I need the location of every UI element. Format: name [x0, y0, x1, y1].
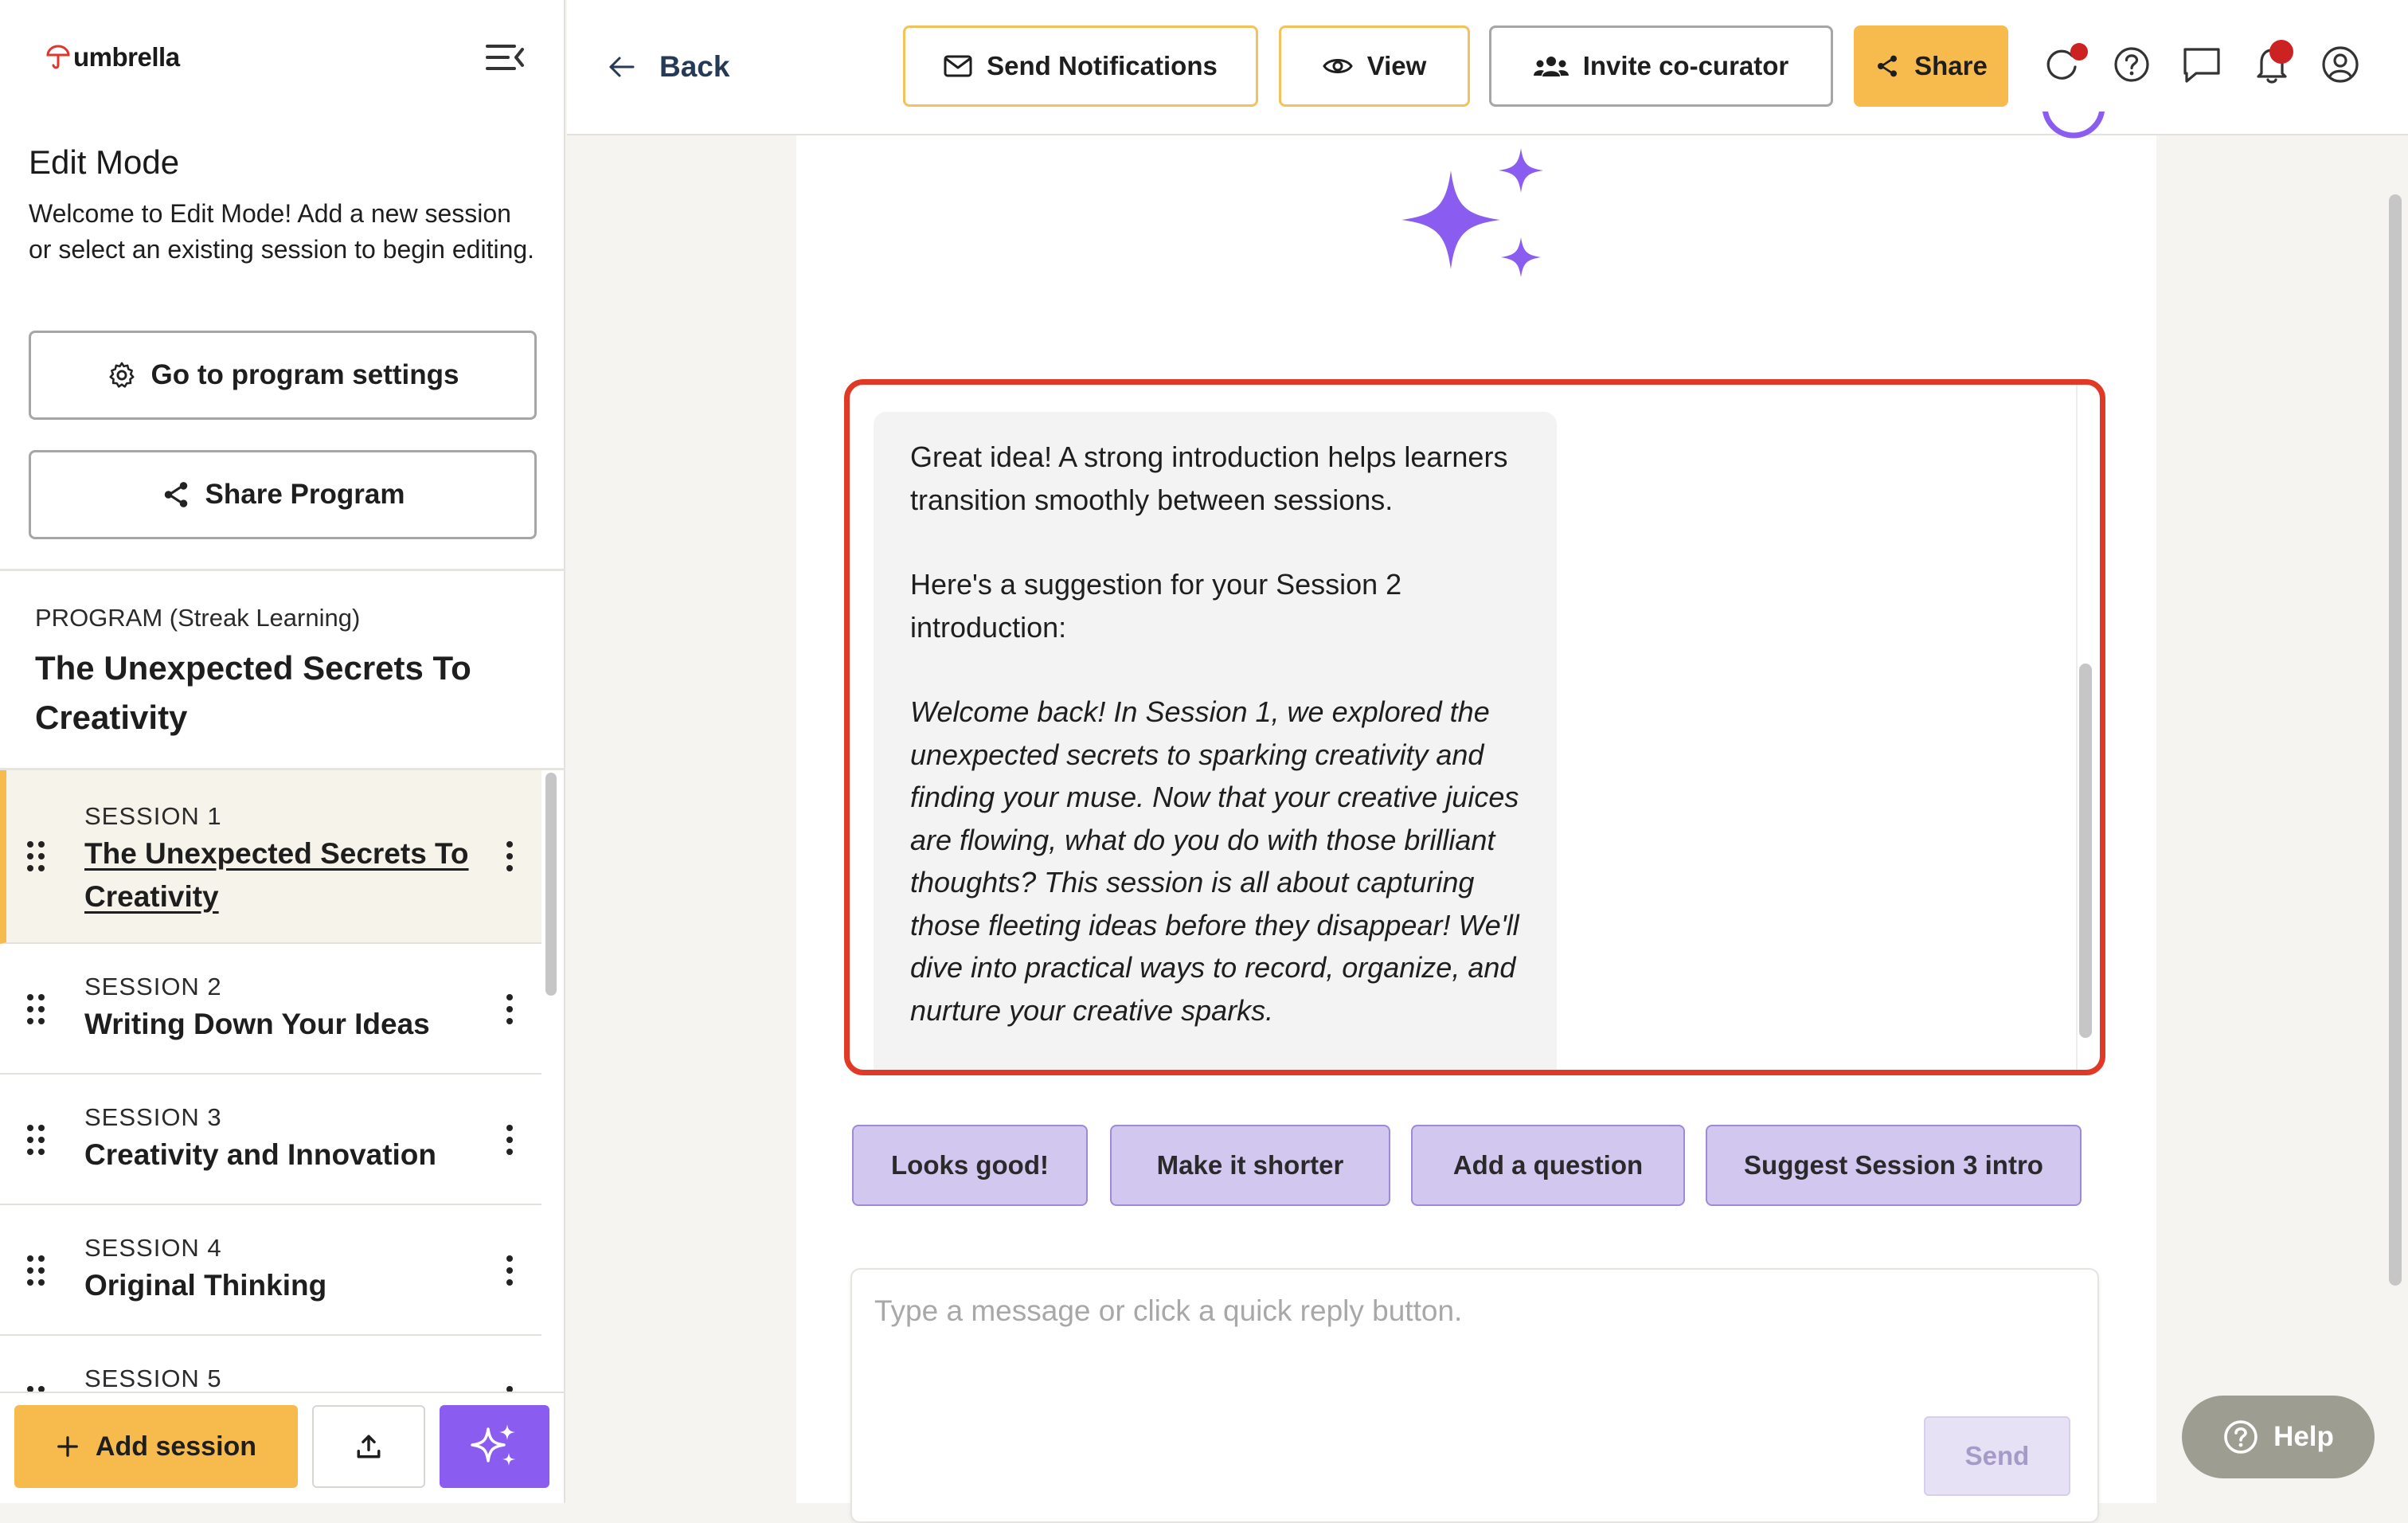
- assistant-avatar: [2042, 112, 2105, 139]
- ai-sparkles-icon: [1401, 148, 1543, 277]
- drag-handle-icon[interactable]: [25, 993, 46, 1025]
- envelope-icon: [944, 55, 972, 77]
- session-label: SESSION 4: [84, 1234, 222, 1262]
- arrow-left-icon: [609, 57, 635, 77]
- upload-icon: [357, 1435, 381, 1458]
- assistant-message-bubble: Great idea! A strong introduction helps …: [874, 412, 1557, 1070]
- notification-badge: [2269, 40, 2293, 64]
- drag-handle-icon[interactable]: [25, 1255, 46, 1286]
- message-paragraph: Here's a suggestion for your Session 2 i…: [910, 568, 1402, 644]
- collapse-sidebar-icon[interactable]: [484, 41, 526, 73]
- help-circle-icon: [2224, 1420, 2258, 1454]
- page-scrollbar[interactable]: [2389, 194, 2402, 1286]
- drag-handle-icon[interactable]: [25, 1385, 46, 1392]
- help-button[interactable]: Help: [2182, 1396, 2375, 1478]
- quick-reply-suggest-session-3[interactable]: Suggest Session 3 intro: [1706, 1125, 2082, 1206]
- refresh-notification-dot: [2070, 43, 2088, 61]
- umbrella-logo-icon: [46, 45, 70, 69]
- share-button[interactable]: Share: [1854, 25, 2008, 107]
- chat-scroll-track: [2076, 385, 2078, 1070]
- session-item-1[interactable]: SESSION 1 The Unexpected Secrets To Crea…: [0, 770, 541, 944]
- share-icon: [1878, 55, 1898, 77]
- program-settings-button[interactable]: Go to program settings: [29, 331, 537, 420]
- session-item-2[interactable]: SESSION 2 Writing Down Your Ideas: [0, 944, 541, 1075]
- help-label: Help: [2273, 1421, 2334, 1452]
- edit-mode-description: Welcome to Edit Mode! Add a new session …: [29, 199, 535, 264]
- session-title: Writing Down Your Ideas: [84, 1008, 430, 1040]
- session-item-4[interactable]: SESSION 4 Original Thinking: [0, 1205, 541, 1336]
- session-label: SESSION 3: [84, 1103, 222, 1131]
- session-title-link[interactable]: The Unexpected Secrets To Creativity: [84, 832, 483, 918]
- quick-reply-make-shorter[interactable]: Make it shorter: [1110, 1125, 1390, 1206]
- more-options-icon[interactable]: [502, 993, 518, 1025]
- add-session-button[interactable]: Add session: [14, 1405, 298, 1488]
- sidebar-scrollbar[interactable]: [545, 773, 557, 996]
- drag-handle-icon[interactable]: [25, 1124, 46, 1156]
- users-icon: [1533, 57, 1569, 76]
- program-type-label: PROGRAM (Streak Learning): [35, 604, 361, 632]
- suggested-intro-text: Welcome back! In Session 1, we explored …: [910, 695, 1519, 1027]
- gear-icon: [108, 362, 135, 388]
- view-button[interactable]: View: [1279, 25, 1470, 107]
- invite-co-curator-label: Invite co-curator: [1582, 51, 1789, 80]
- sidebar: umbrella Edit Mode Welcome to Edit Mode!…: [0, 0, 565, 1503]
- share-program-button[interactable]: Share Program: [29, 450, 537, 539]
- message-paragraph: Great idea! A strong introduction helps …: [910, 440, 1508, 516]
- more-options-icon[interactable]: [502, 1255, 518, 1286]
- quick-reply-looks-good[interactable]: Looks good!: [852, 1125, 1088, 1206]
- share-label: Share: [1914, 51, 1988, 80]
- session-item-3[interactable]: SESSION 3 Creativity and Innovation: [0, 1075, 541, 1205]
- share-program-label: Share Program: [205, 479, 405, 510]
- eye-icon: [1322, 59, 1353, 73]
- assistant-message-frame: Great idea! A strong introduction helps …: [844, 379, 2105, 1075]
- session-title: Creativity and Innovation: [84, 1138, 437, 1171]
- message-composer: Send: [850, 1268, 2099, 1523]
- add-session-label: Add session: [95, 1431, 257, 1462]
- quick-reply-add-question[interactable]: Add a question: [1411, 1125, 1685, 1206]
- program-title: The Unexpected Secrets To Creativity: [35, 649, 471, 736]
- send-notifications-button[interactable]: Send Notifications: [903, 25, 1258, 107]
- umbrella-logo[interactable]: umbrella: [46, 40, 180, 75]
- session-list: SESSION 1 The Unexpected Secrets To Crea…: [0, 770, 541, 1392]
- share-icon: [164, 482, 187, 507]
- more-options-icon[interactable]: [502, 840, 518, 872]
- send-button[interactable]: Send: [1924, 1416, 2070, 1496]
- upload-button[interactable]: [312, 1405, 425, 1488]
- session-item-5[interactable]: SESSION 5: [0, 1336, 541, 1392]
- help-circle-icon[interactable]: [2110, 43, 2153, 86]
- plus-icon: [57, 1436, 78, 1457]
- logo-text: umbrella: [73, 42, 180, 72]
- session-label: SESSION 1: [84, 802, 222, 830]
- back-link[interactable]: Back: [608, 45, 729, 89]
- more-options-icon[interactable]: [502, 1385, 518, 1392]
- drag-handle-icon[interactable]: [25, 840, 46, 872]
- view-label: View: [1366, 51, 1427, 80]
- user-account-icon[interactable]: [2319, 43, 2362, 86]
- ai-assistant-button[interactable]: [440, 1405, 549, 1488]
- session-label: SESSION 5: [84, 1364, 222, 1392]
- send-notifications-label: Send Notifications: [987, 51, 1218, 80]
- edit-mode-heading: Edit Mode: [29, 143, 180, 181]
- back-label: Back: [659, 50, 730, 83]
- chat-scrollbar[interactable]: [2079, 664, 2092, 1038]
- program-settings-label: Go to program settings: [150, 359, 459, 390]
- message-input[interactable]: [874, 1287, 2069, 1335]
- divider: [0, 569, 565, 571]
- sparkles-icon: [471, 1424, 515, 1466]
- more-options-icon[interactable]: [502, 1124, 518, 1156]
- session-label: SESSION 2: [84, 973, 222, 1000]
- invite-co-curator-button[interactable]: Invite co-curator: [1489, 25, 1833, 107]
- session-title: Original Thinking: [84, 1269, 327, 1302]
- chat-icon[interactable]: [2180, 43, 2223, 86]
